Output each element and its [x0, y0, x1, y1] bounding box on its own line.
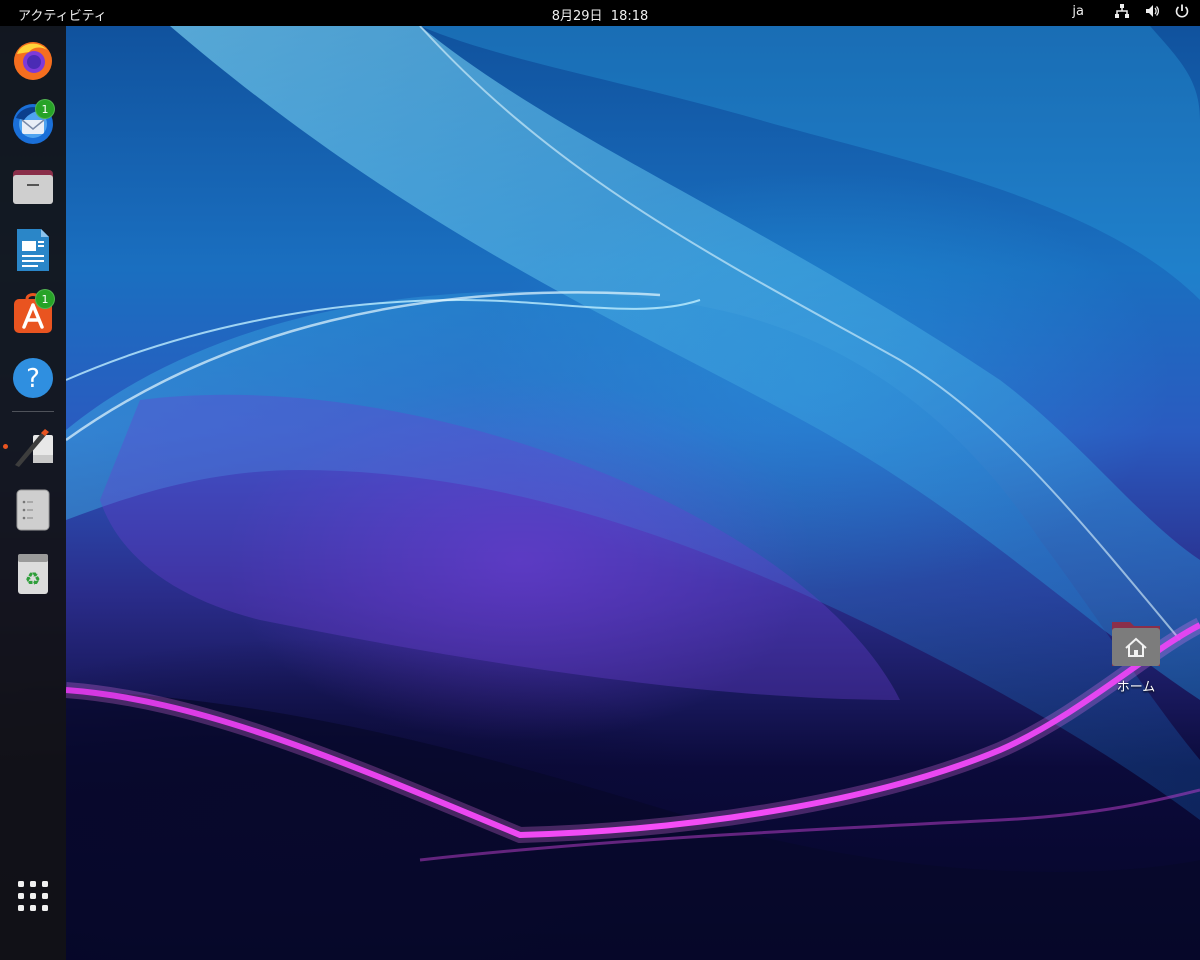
show-applications-button[interactable]	[17, 880, 49, 912]
clock-container: 8月29日 18:18	[0, 5, 1200, 24]
activities-button[interactable]: アクティビティ	[18, 5, 107, 24]
app-grid-icon	[18, 881, 48, 911]
svg-text:♻: ♻	[25, 569, 41, 590]
desktop-wallpaper	[0, 0, 1200, 960]
writer-icon	[17, 229, 49, 271]
home-folder-label: ホーム	[1116, 680, 1156, 695]
dock-item-drive[interactable]	[9, 486, 57, 534]
running-indicator	[3, 444, 8, 449]
trash-icon: ♻	[18, 554, 48, 594]
dock: 1 1 ? ♻	[0, 26, 66, 960]
volume-icon[interactable]	[1144, 3, 1160, 19]
dock-item-text-editor[interactable]	[3, 423, 57, 471]
dock-separator	[12, 411, 54, 412]
help-icon: ?	[13, 358, 53, 398]
desktop-home-folder[interactable]: ホーム	[1100, 618, 1172, 695]
dock-item-software[interactable]: 1	[9, 289, 57, 337]
svg-text:?: ?	[26, 364, 40, 394]
dock-item-firefox[interactable]	[9, 36, 57, 84]
unread-badge: 1	[35, 99, 55, 119]
updates-badge: 1	[35, 289, 55, 309]
home-folder-icon	[1112, 622, 1160, 666]
dock-item-help[interactable]: ?	[9, 354, 57, 402]
dock-item-trash[interactable]: ♻	[9, 550, 57, 598]
text-editor-icon	[15, 429, 53, 467]
top-bar: アクティビティ 8月29日 18:18 ja	[0, 0, 1200, 26]
drive-icon	[16, 489, 50, 531]
dock-item-files[interactable]	[9, 162, 57, 210]
network-icon[interactable]	[1114, 3, 1130, 19]
system-tray[interactable]: ja	[1072, 3, 1190, 19]
dock-item-writer[interactable]	[9, 226, 57, 274]
date-time-clock[interactable]: 8月29日 18:18	[552, 9, 649, 24]
firefox-icon	[14, 42, 52, 80]
input-language-indicator[interactable]: ja	[1072, 4, 1084, 19]
dock-item-thunderbird[interactable]: 1	[9, 99, 57, 147]
files-icon	[13, 170, 53, 204]
power-icon[interactable]	[1174, 3, 1190, 19]
